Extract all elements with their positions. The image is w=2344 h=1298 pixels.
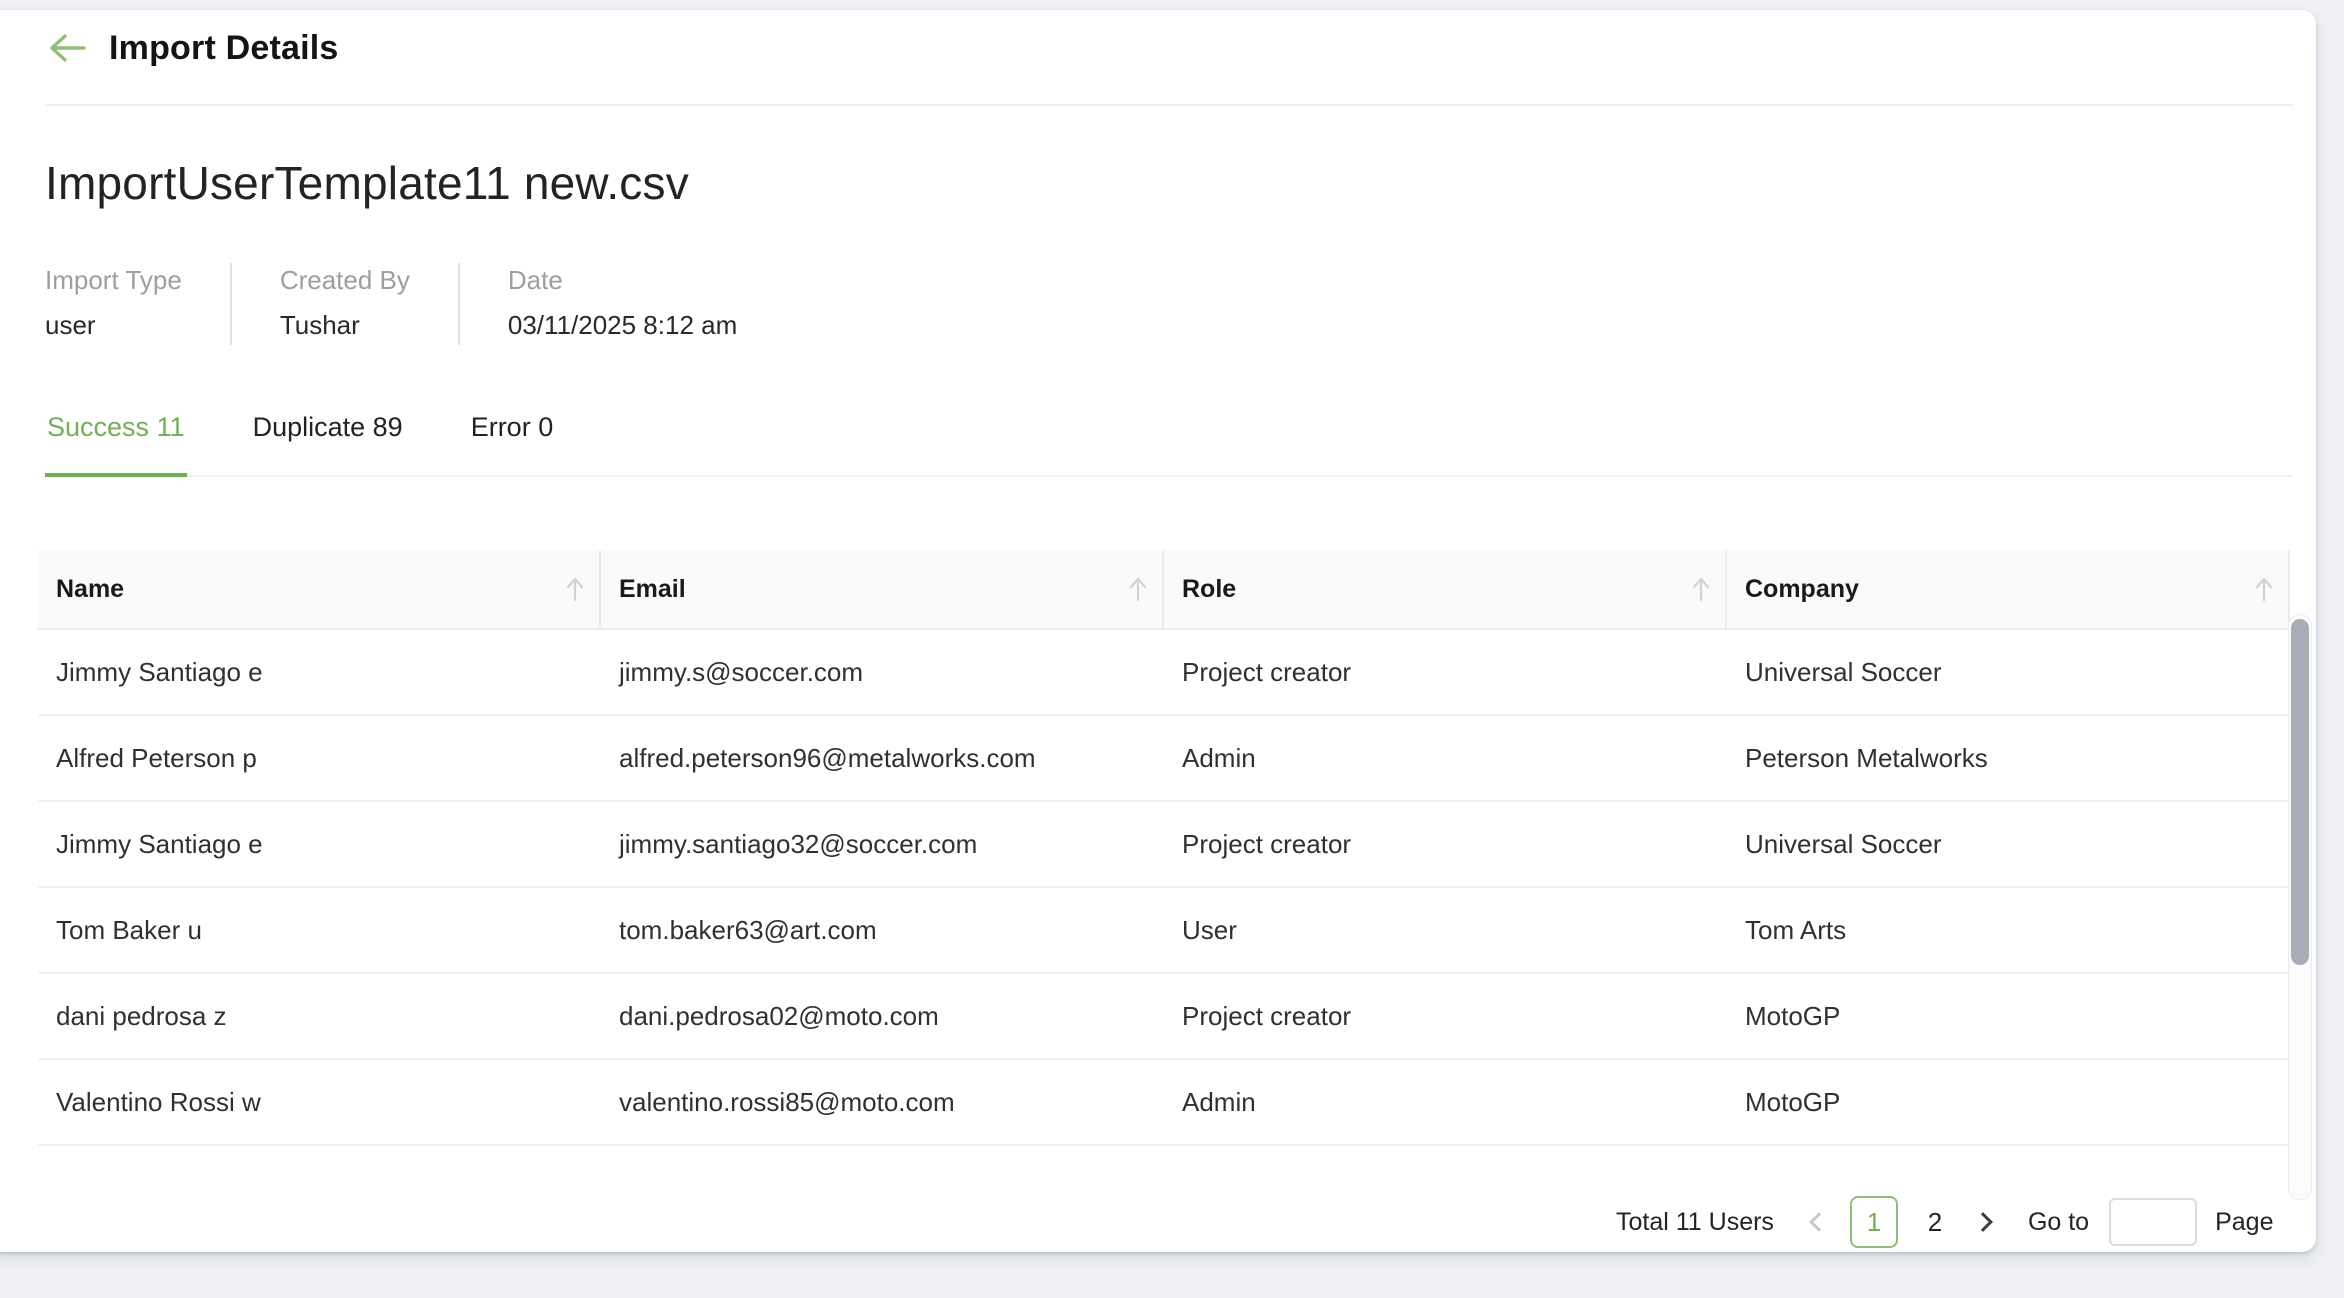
table-row: Jimmy Santiago e jimmy.s@soccer.com Proj… (38, 630, 2290, 716)
table-row: Alfred Peterson p alfred.peterson96@meta… (38, 716, 2290, 802)
cell-name: Alfred Peterson p (38, 743, 601, 774)
cell-email: tom.baker63@art.com (601, 915, 1164, 946)
users-table: Name Email Role Company Jimmy Santiag (38, 550, 2290, 1146)
cell-name: Jimmy Santiago e (38, 657, 601, 688)
tab-duplicate-89[interactable]: Duplicate 89 (251, 406, 405, 477)
table-header-row: Name Email Role Company (38, 550, 2290, 630)
cell-name: Jimmy Santiago e (38, 829, 601, 860)
chevron-right-icon[interactable] (1973, 1212, 1993, 1232)
sort-up-arrow-icon[interactable] (565, 576, 585, 602)
cell-role: User (1164, 915, 1727, 946)
column-header-label: Company (1745, 575, 1859, 604)
tab-error-0[interactable]: Error 0 (469, 406, 556, 477)
meta-value: Tushar (280, 310, 410, 341)
page-label: Page (2215, 1208, 2273, 1237)
cell-company: MotoGP (1727, 1087, 2290, 1118)
page-title: Import Details (109, 29, 339, 68)
column-header-label: Role (1182, 575, 1236, 604)
cell-email: jimmy.s@soccer.com (601, 657, 1164, 688)
total-users-text: Total 11 Users (1616, 1208, 1774, 1237)
cell-email: valentino.rossi85@moto.com (601, 1087, 1164, 1118)
page-number-2[interactable]: 2 (1918, 1196, 1952, 1248)
file-meta: Import Type user Created By Tushar Date … (45, 263, 785, 345)
cell-email: alfred.peterson96@metalworks.com (601, 743, 1164, 774)
cell-company: Peterson Metalworks (1727, 743, 2290, 774)
sort-up-arrow-icon[interactable] (2254, 576, 2274, 602)
table-row: Valentino Rossi w valentino.rossi85@moto… (38, 1060, 2290, 1146)
table-body: Jimmy Santiago e jimmy.s@soccer.com Proj… (38, 630, 2290, 1146)
back-button[interactable] (45, 26, 89, 70)
cell-role: Project creator (1164, 829, 1727, 860)
result-tabs: Success 11 Duplicate 89 Error 0 (45, 406, 2293, 477)
cell-name: Valentino Rossi w (38, 1087, 601, 1118)
meta-value: user (45, 310, 182, 341)
cell-email: jimmy.santiago32@soccer.com (601, 829, 1164, 860)
cell-company: Universal Soccer (1727, 657, 2290, 688)
column-header-role[interactable]: Role (1164, 550, 1727, 628)
cell-email: dani.pedrosa02@moto.com (601, 1001, 1164, 1032)
cell-role: Project creator (1164, 657, 1727, 688)
cell-role: Project creator (1164, 1001, 1727, 1032)
table-row: Tom Baker u tom.baker63@art.com User Tom… (38, 888, 2290, 974)
chevron-left-icon[interactable] (1809, 1212, 1829, 1232)
cell-company: MotoGP (1727, 1001, 2290, 1032)
meta-label: Import Type (45, 265, 182, 296)
back-arrow-icon (46, 31, 88, 65)
table-row: Jimmy Santiago e jimmy.santiago32@soccer… (38, 802, 2290, 888)
page-numbers: 12 (1840, 1196, 1962, 1248)
column-header-company[interactable]: Company (1727, 550, 2290, 628)
tab-success-11[interactable]: Success 11 (45, 406, 187, 477)
page-header: Import Details (45, 26, 339, 70)
column-header-email[interactable]: Email (601, 550, 1164, 628)
file-name: ImportUserTemplate11 new.csv (45, 156, 689, 210)
meta-import-type: Import Type user (45, 263, 230, 345)
pagination-bar: Total 11 Users 12 Go to Page (1616, 1192, 2273, 1252)
meta-date: Date 03/11/2025 8:12 am (460, 263, 785, 345)
goto-label: Go to (2028, 1208, 2089, 1237)
goto-page-input[interactable] (2109, 1198, 2197, 1246)
cell-name: dani pedrosa z (38, 1001, 601, 1032)
cell-role: Admin (1164, 743, 1727, 774)
table-row: dani pedrosa z dani.pedrosa02@moto.com P… (38, 974, 2290, 1060)
table-scrollbar[interactable] (2288, 614, 2312, 1200)
cell-company: Tom Arts (1727, 915, 2290, 946)
cell-name: Tom Baker u (38, 915, 601, 946)
meta-label: Created By (280, 265, 410, 296)
page-number-1[interactable]: 1 (1850, 1196, 1898, 1248)
cell-role: Admin (1164, 1087, 1727, 1118)
column-header-name[interactable]: Name (38, 550, 601, 628)
sort-up-arrow-icon[interactable] (1128, 576, 1148, 602)
column-header-label: Email (619, 575, 686, 604)
cell-company: Universal Soccer (1727, 829, 2290, 860)
column-header-label: Name (56, 575, 124, 604)
sort-up-arrow-icon[interactable] (1691, 576, 1711, 602)
meta-label: Date (508, 265, 737, 296)
meta-created-by: Created By Tushar (232, 263, 458, 345)
scrollbar-thumb[interactable] (2291, 619, 2309, 965)
header-divider (45, 104, 2293, 106)
meta-value: 03/11/2025 8:12 am (508, 310, 737, 341)
